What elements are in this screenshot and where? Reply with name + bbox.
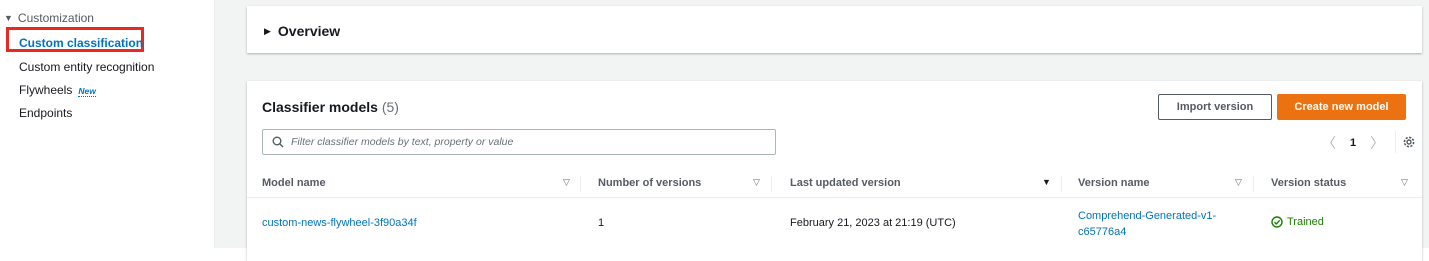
sidebar-item-endpoints[interactable]: Endpoints (19, 106, 72, 120)
sidebar-item-custom-classification[interactable]: Custom classification (19, 36, 143, 50)
models-count: (5) (381, 99, 399, 115)
sort-icon[interactable]: ▽ (1235, 177, 1242, 188)
version-name-line: Comprehend-Generated-v1- (1078, 210, 1217, 222)
sidebar-item-flywheels[interactable]: Flywheels New (19, 83, 96, 97)
page-number[interactable]: 1 (1350, 137, 1356, 149)
sort-icon[interactable]: ▽ (1401, 177, 1408, 188)
column-divider[interactable] (1061, 176, 1062, 192)
chevron-left-icon[interactable]: 〈 (1322, 133, 1336, 153)
version-name-line: c65776a4 (1078, 226, 1127, 238)
column-divider[interactable] (771, 176, 772, 192)
status-text: Trained (1287, 216, 1324, 228)
table-row: custom-news-flywheel-3f90a34f 1 February… (247, 199, 1422, 249)
column-model-name[interactable]: Model name (262, 177, 326, 189)
create-new-model-button[interactable]: Create new model (1277, 94, 1406, 120)
panel-title: Classifier models (5) (262, 99, 399, 115)
status-badge: Trained (1271, 216, 1324, 228)
column-divider[interactable] (1253, 176, 1254, 192)
column-version-name[interactable]: Version name (1078, 177, 1150, 189)
overview-panel: ▶ Overview (247, 6, 1422, 53)
sidebar: ▼ Customization Custom classification Cu… (0, 0, 215, 248)
column-version-status[interactable]: Version status (1271, 177, 1346, 189)
check-circle-icon (1271, 216, 1283, 228)
sort-icon[interactable]: ▽ (753, 177, 760, 188)
search-icon (272, 136, 284, 148)
number-of-versions: 1 (598, 217, 605, 229)
sidebar-item-label: Flywheels (19, 83, 73, 97)
table-header: Model name ▽ Number of versions ▽ Last u… (247, 169, 1422, 198)
sort-icon[interactable]: ▽ (563, 177, 570, 188)
filter-placeholder: Filter classifier models by text, proper… (291, 136, 514, 148)
pagination: 〈 1 〉 (1322, 133, 1384, 153)
version-name-link[interactable]: Comprehend-Generated-v1- c65776a4 (1078, 208, 1216, 240)
section-label: Customization (17, 11, 94, 25)
column-divider[interactable] (580, 176, 581, 192)
chevron-right-icon[interactable]: 〉 (1370, 133, 1384, 153)
new-badge: New (78, 86, 96, 97)
models-title-text: Classifier models (262, 99, 378, 115)
column-last-updated-version[interactable]: Last updated version (790, 177, 901, 189)
divider (1395, 131, 1396, 153)
column-number-of-versions[interactable]: Number of versions (598, 177, 701, 189)
filter-input[interactable]: Filter classifier models by text, proper… (262, 129, 776, 155)
caret-down-icon: ▼ (4, 13, 13, 23)
overview-toggle[interactable]: ▶ Overview (264, 23, 340, 39)
sidebar-item-custom-entity-recognition[interactable]: Custom entity recognition (19, 60, 154, 74)
overview-title: Overview (277, 23, 341, 39)
model-name-link[interactable]: custom-news-flywheel-3f90a34f (262, 217, 417, 229)
gear-icon[interactable] (1402, 135, 1416, 149)
last-updated-version: February 21, 2023 at 21:19 (UTC) (790, 217, 956, 229)
classifier-models-panel: Classifier models (5) Import version Cre… (247, 81, 1422, 261)
import-version-button[interactable]: Import version (1158, 94, 1272, 120)
main-content: ▶ Overview Classifier models (5) Import … (215, 0, 1429, 261)
sort-descending-icon[interactable]: ▼ (1042, 177, 1051, 187)
customization-section-header[interactable]: ▼ Customization (4, 11, 94, 25)
caret-right-icon: ▶ (264, 25, 271, 36)
